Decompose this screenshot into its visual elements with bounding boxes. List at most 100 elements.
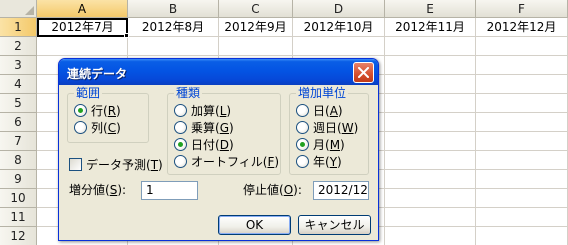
dialog-body: 範囲 行(R) 列(C) 種類 加算(L) 乗算(G) 日付(D) オートフィル(F) …: [61, 85, 378, 240]
column-header-f[interactable]: F: [476, 0, 568, 18]
cell-a2[interactable]: [37, 37, 128, 56]
cell-a1[interactable]: 2012年7月: [37, 18, 128, 37]
option-label: 日付(D): [191, 137, 234, 152]
cell-e2[interactable]: [385, 37, 476, 56]
radio-button: [174, 103, 187, 117]
cell-f7[interactable]: [476, 132, 568, 151]
cell-e12[interactable]: [385, 227, 476, 245]
radio-selected-dot: [78, 107, 83, 113]
type-group-label: 種類: [174, 86, 203, 100]
row-header-5[interactable]: 5: [0, 94, 37, 113]
option-label: 乗算(G): [191, 120, 234, 135]
checkbox-box: [69, 157, 82, 171]
cell-f11[interactable]: [476, 208, 568, 227]
cell-c2[interactable]: [219, 37, 293, 56]
cell-e3[interactable]: [385, 56, 476, 75]
row-header-12[interactable]: 12: [0, 227, 37, 245]
cell-e6[interactable]: [385, 113, 476, 132]
cell-e8[interactable]: [385, 151, 476, 170]
trend-label: データ予測(T): [86, 157, 163, 172]
fill-handle[interactable]: [124, 33, 129, 38]
column-header-b[interactable]: B: [128, 0, 219, 18]
cell-c1[interactable]: 2012年9月: [219, 18, 293, 37]
column-header-d[interactable]: D: [293, 0, 385, 18]
unit-option-y[interactable]: 年(Y): [296, 153, 342, 169]
cell-f2[interactable]: [476, 37, 568, 56]
radio-button: [296, 154, 309, 168]
column-header-e[interactable]: E: [385, 0, 476, 18]
row-header-4[interactable]: 4: [0, 75, 37, 94]
row-header-8[interactable]: 8: [0, 151, 37, 170]
radio-button: [174, 154, 187, 168]
option-label: 月(M): [313, 137, 345, 152]
row-header-9[interactable]: 9: [0, 170, 37, 189]
cell-e4[interactable]: [385, 75, 476, 94]
unit-option-a[interactable]: 日(A): [296, 102, 343, 118]
row-header-1[interactable]: 1: [0, 18, 37, 37]
unit-group-label: 増加単位: [296, 86, 349, 100]
cell-e5[interactable]: [385, 94, 476, 113]
option-label: 列(C): [91, 120, 121, 135]
type-option-d[interactable]: 日付(D): [174, 136, 234, 152]
cell-e1[interactable]: 2012年11月: [385, 18, 476, 37]
type-option-g[interactable]: 乗算(G): [174, 119, 234, 135]
cell-e9[interactable]: [385, 170, 476, 189]
close-button[interactable]: [353, 62, 374, 83]
range-option-c[interactable]: 列(C): [74, 119, 121, 135]
cell-f4[interactable]: [476, 75, 568, 94]
row-header-10[interactable]: 10: [0, 189, 37, 208]
radio-button: [74, 120, 87, 134]
cell-f1[interactable]: 2012年12月: [476, 18, 568, 37]
cell-f8[interactable]: [476, 151, 568, 170]
cancel-button[interactable]: キャンセル: [298, 215, 371, 235]
cell-f9[interactable]: [476, 170, 568, 189]
row-header-3[interactable]: 3: [0, 56, 37, 75]
range-option-r[interactable]: 行(R): [74, 102, 121, 118]
option-label: 日(A): [313, 103, 343, 118]
cell-f12[interactable]: [476, 227, 568, 245]
stop-label: 停止値(O):: [243, 183, 302, 197]
radio-button: [296, 103, 309, 117]
cell-b1[interactable]: 2012年8月: [128, 18, 219, 37]
cell-d2[interactable]: [293, 37, 385, 56]
option-label: 年(Y): [313, 154, 342, 169]
option-label: 週日(W): [313, 120, 359, 135]
step-input[interactable]: 1: [141, 181, 198, 200]
cell-f6[interactable]: [476, 113, 568, 132]
dialog-title: 連続データ: [67, 67, 128, 81]
cell-e11[interactable]: [385, 208, 476, 227]
cell-b2[interactable]: [128, 37, 219, 56]
cell-f10[interactable]: [476, 189, 568, 208]
unit-option-m[interactable]: 月(M): [296, 136, 345, 152]
stop-input[interactable]: 2012/12: [313, 181, 369, 200]
row-header-6[interactable]: 6: [0, 113, 37, 132]
unit-option-w[interactable]: 週日(W): [296, 119, 358, 135]
unit-group: 増加単位 日(A) 週日(W) 月(M) 年(Y): [289, 86, 369, 175]
radio-button: [296, 137, 309, 151]
option-label: 行(R): [91, 103, 121, 118]
radio-button: [174, 137, 187, 151]
row-header-2[interactable]: 2: [0, 37, 37, 56]
ok-button[interactable]: OK: [218, 215, 291, 235]
cell-e10[interactable]: [385, 189, 476, 208]
range-group: 範囲 行(R) 列(C): [67, 86, 149, 143]
type-group: 種類 加算(L) 乗算(G) 日付(D) オートフィル(F): [167, 86, 281, 175]
row-header-7[interactable]: 7: [0, 132, 37, 151]
type-option-f[interactable]: オートフィル(F): [174, 153, 279, 169]
cell-f3[interactable]: [476, 56, 568, 75]
cell-d1[interactable]: 2012年10月: [293, 18, 385, 37]
select-all-corner[interactable]: [0, 0, 37, 18]
step-label: 増分値(S):: [69, 183, 127, 197]
radio-button: [296, 120, 309, 134]
trend-checkbox[interactable]: データ予測(T): [69, 156, 163, 172]
cell-f5[interactable]: [476, 94, 568, 113]
type-option-l[interactable]: 加算(L): [174, 102, 231, 118]
cell-e7[interactable]: [385, 132, 476, 151]
radio-button: [74, 103, 87, 117]
column-header-c[interactable]: C: [219, 0, 293, 18]
option-label: 加算(L): [191, 103, 232, 118]
row-header-11[interactable]: 11: [0, 208, 37, 227]
series-dialog: 連続データ 範囲 行(R) 列(C) 種類 加算(L) 乗算(G) 日付(D) オートフ…: [58, 58, 379, 241]
dialog-titlebar[interactable]: 連続データ: [59, 59, 378, 85]
column-header-a[interactable]: A: [37, 0, 128, 18]
